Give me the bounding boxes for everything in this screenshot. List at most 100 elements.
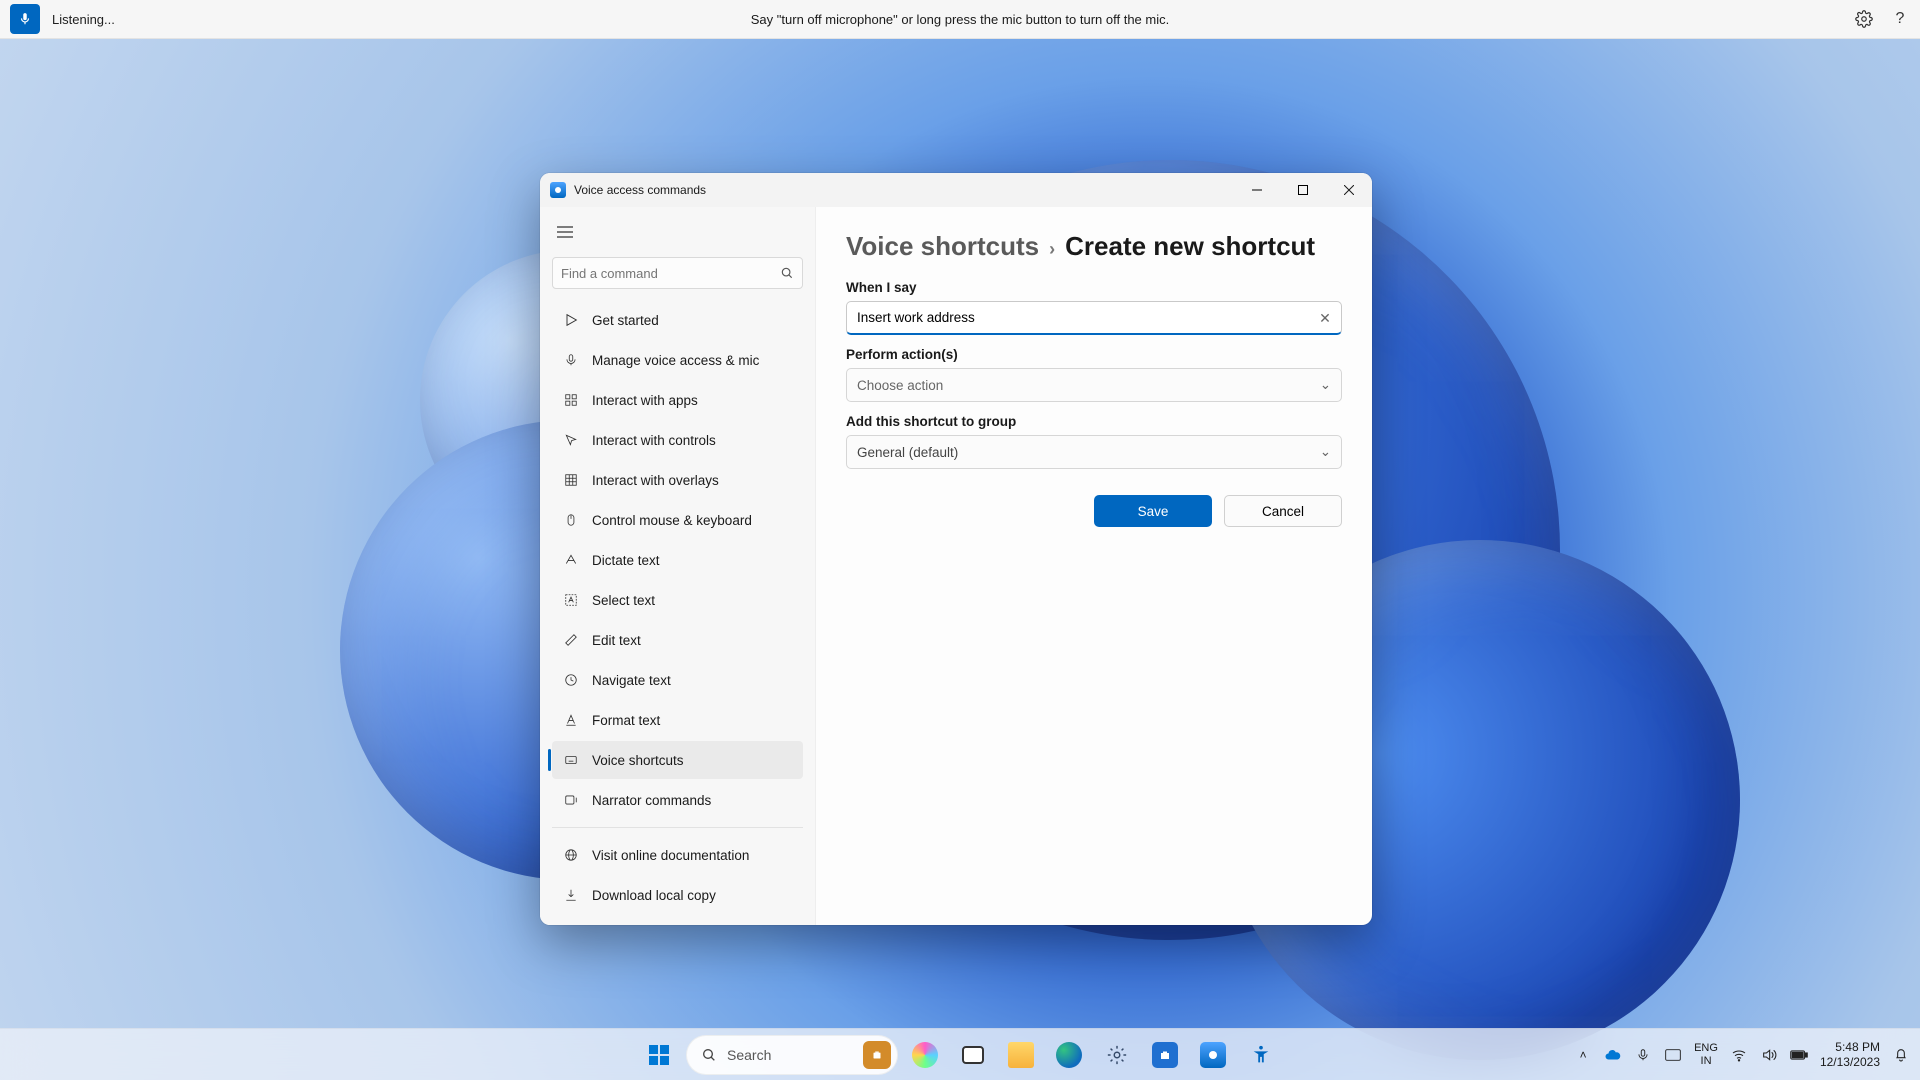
sidebar-item-label: Voice shortcuts	[592, 753, 684, 768]
sidebar-item-label: Dictate text	[592, 553, 660, 568]
wifi-icon	[1731, 1047, 1747, 1063]
sidebar-item-label: Control mouse & keyboard	[592, 513, 752, 528]
help-button[interactable]: ?	[1890, 9, 1910, 29]
save-button-label: Save	[1138, 504, 1169, 519]
language-switcher[interactable]: ENG IN	[1694, 1042, 1718, 1066]
chevron-up-icon: ˄	[1580, 1048, 1587, 1062]
sidebar-item-label: Download local copy	[592, 888, 716, 903]
tray-mic[interactable]	[1634, 1046, 1652, 1064]
edit-icon	[562, 631, 580, 649]
taskbar-app-accessibility[interactable]	[1240, 1034, 1282, 1076]
taskbar-app-store[interactable]	[1144, 1034, 1186, 1076]
sidebar-item-label: Edit text	[592, 633, 641, 648]
maximize-button[interactable]	[1280, 173, 1326, 207]
main-content: Voice shortcuts › Create new shortcut Wh…	[816, 207, 1372, 925]
sidebar-item-online-docs[interactable]: Visit online documentation	[552, 836, 803, 874]
cancel-button-label: Cancel	[1262, 504, 1304, 519]
sidebar-item-label: Interact with controls	[592, 433, 716, 448]
sidebar-item-label: Get started	[592, 313, 659, 328]
accessibility-icon	[1248, 1042, 1274, 1068]
tray-input-indicator[interactable]	[1664, 1046, 1682, 1064]
lang-primary: ENG	[1694, 1042, 1718, 1054]
clear-input-button[interactable]: ✕	[1316, 309, 1334, 327]
navigate-icon	[562, 671, 580, 689]
when-i-say-label: When I say	[846, 280, 1342, 295]
app-icon	[550, 182, 566, 198]
format-icon	[562, 711, 580, 729]
taskbar-app-taskview[interactable]	[952, 1034, 994, 1076]
gear-icon	[1855, 10, 1873, 28]
speaker-icon	[1761, 1047, 1777, 1063]
cancel-button[interactable]: Cancel	[1224, 495, 1342, 527]
close-icon	[1344, 185, 1354, 195]
sidebar-item-label: Interact with apps	[592, 393, 698, 408]
sidebar-item-interact-apps[interactable]: Interact with apps	[552, 381, 803, 419]
sidebar-item-voice-shortcuts[interactable]: Voice shortcuts	[552, 741, 803, 779]
sidebar-item-get-started[interactable]: Get started	[552, 301, 803, 339]
tray-overflow-button[interactable]: ˄	[1574, 1046, 1592, 1064]
breadcrumb-parent[interactable]: Voice shortcuts	[846, 231, 1039, 262]
sidebar-item-label: Narrator commands	[592, 793, 711, 808]
sidebar-item-edit-text[interactable]: Edit text	[552, 621, 803, 659]
keyboard-icon	[1665, 1049, 1681, 1061]
edge-icon	[1056, 1042, 1082, 1068]
windows-logo-icon	[649, 1045, 669, 1065]
taskbar-app-copilot[interactable]	[904, 1034, 946, 1076]
choose-action-dropdown[interactable]: Choose action ⌄	[846, 368, 1342, 402]
save-button[interactable]: Save	[1094, 495, 1212, 527]
sidebar-item-dictate-text[interactable]: Dictate text	[552, 541, 803, 579]
clock-time: 5:48 PM	[1820, 1040, 1880, 1054]
sidebar-item-navigate-text[interactable]: Navigate text	[552, 661, 803, 699]
sidebar-item-interact-controls[interactable]: Interact with controls	[552, 421, 803, 459]
chevron-down-icon: ⌄	[1320, 377, 1331, 393]
minimize-button[interactable]	[1234, 173, 1280, 207]
clock[interactable]: 5:48 PM 12/13/2023	[1820, 1040, 1880, 1069]
sidebar-item-format-text[interactable]: Format text	[552, 701, 803, 739]
taskbar-app-explorer[interactable]	[1000, 1034, 1042, 1076]
store-icon	[1152, 1042, 1178, 1068]
folder-icon	[1008, 1042, 1034, 1068]
add-group-label: Add this shortcut to group	[846, 414, 1342, 429]
sidebar-item-label: Navigate text	[592, 673, 671, 688]
when-i-say-input[interactable]	[846, 301, 1342, 335]
nav-list: Get started Manage voice access & mic In…	[548, 299, 807, 916]
tray-volume[interactable]	[1760, 1046, 1778, 1064]
group-dropdown[interactable]: General (default) ⌄	[846, 435, 1342, 469]
titlebar[interactable]: Voice access commands	[540, 173, 1372, 207]
command-search-input[interactable]	[561, 266, 780, 281]
choose-action-value: Choose action	[857, 378, 943, 393]
globe-icon	[562, 846, 580, 864]
sidebar-item-label: Select text	[592, 593, 655, 608]
shortcut-icon	[562, 751, 580, 769]
tray-wifi[interactable]	[1730, 1046, 1748, 1064]
sidebar-item-interact-overlays[interactable]: Interact with overlays	[552, 461, 803, 499]
taskbar-search[interactable]: Search	[686, 1035, 898, 1075]
command-search[interactable]	[552, 257, 803, 289]
sidebar-item-mouse-keyboard[interactable]: Control mouse & keyboard	[552, 501, 803, 539]
mic-button[interactable]	[10, 4, 40, 34]
breadcrumb-current: Create new shortcut	[1065, 231, 1315, 262]
search-highlight-icon	[863, 1041, 891, 1069]
close-button[interactable]	[1326, 173, 1372, 207]
settings-button[interactable]	[1854, 9, 1874, 29]
sidebar-item-select-text[interactable]: Select text	[552, 581, 803, 619]
minimize-icon	[1252, 185, 1262, 195]
sidebar-item-download[interactable]: Download local copy	[552, 876, 803, 914]
sidebar-item-manage-mic[interactable]: Manage voice access & mic	[552, 341, 803, 379]
taskbar-app-settings[interactable]	[1096, 1034, 1138, 1076]
sidebar-item-narrator[interactable]: Narrator commands	[552, 781, 803, 819]
mic-icon	[562, 351, 580, 369]
voice-access-bar: Listening... Say "turn off microphone" o…	[0, 0, 1920, 39]
grid-icon	[562, 471, 580, 489]
taskbar-app-voice-access[interactable]	[1192, 1034, 1234, 1076]
search-icon	[701, 1047, 717, 1063]
notifications-button[interactable]	[1892, 1046, 1910, 1064]
search-icon	[780, 266, 794, 280]
tray-battery[interactable]	[1790, 1046, 1808, 1064]
taskbar-search-placeholder: Search	[727, 1047, 771, 1063]
nav-toggle-button[interactable]	[548, 215, 582, 249]
tray-onedrive[interactable]	[1604, 1046, 1622, 1064]
start-button[interactable]	[638, 1034, 680, 1076]
download-icon	[562, 886, 580, 904]
taskbar-app-edge[interactable]	[1048, 1034, 1090, 1076]
